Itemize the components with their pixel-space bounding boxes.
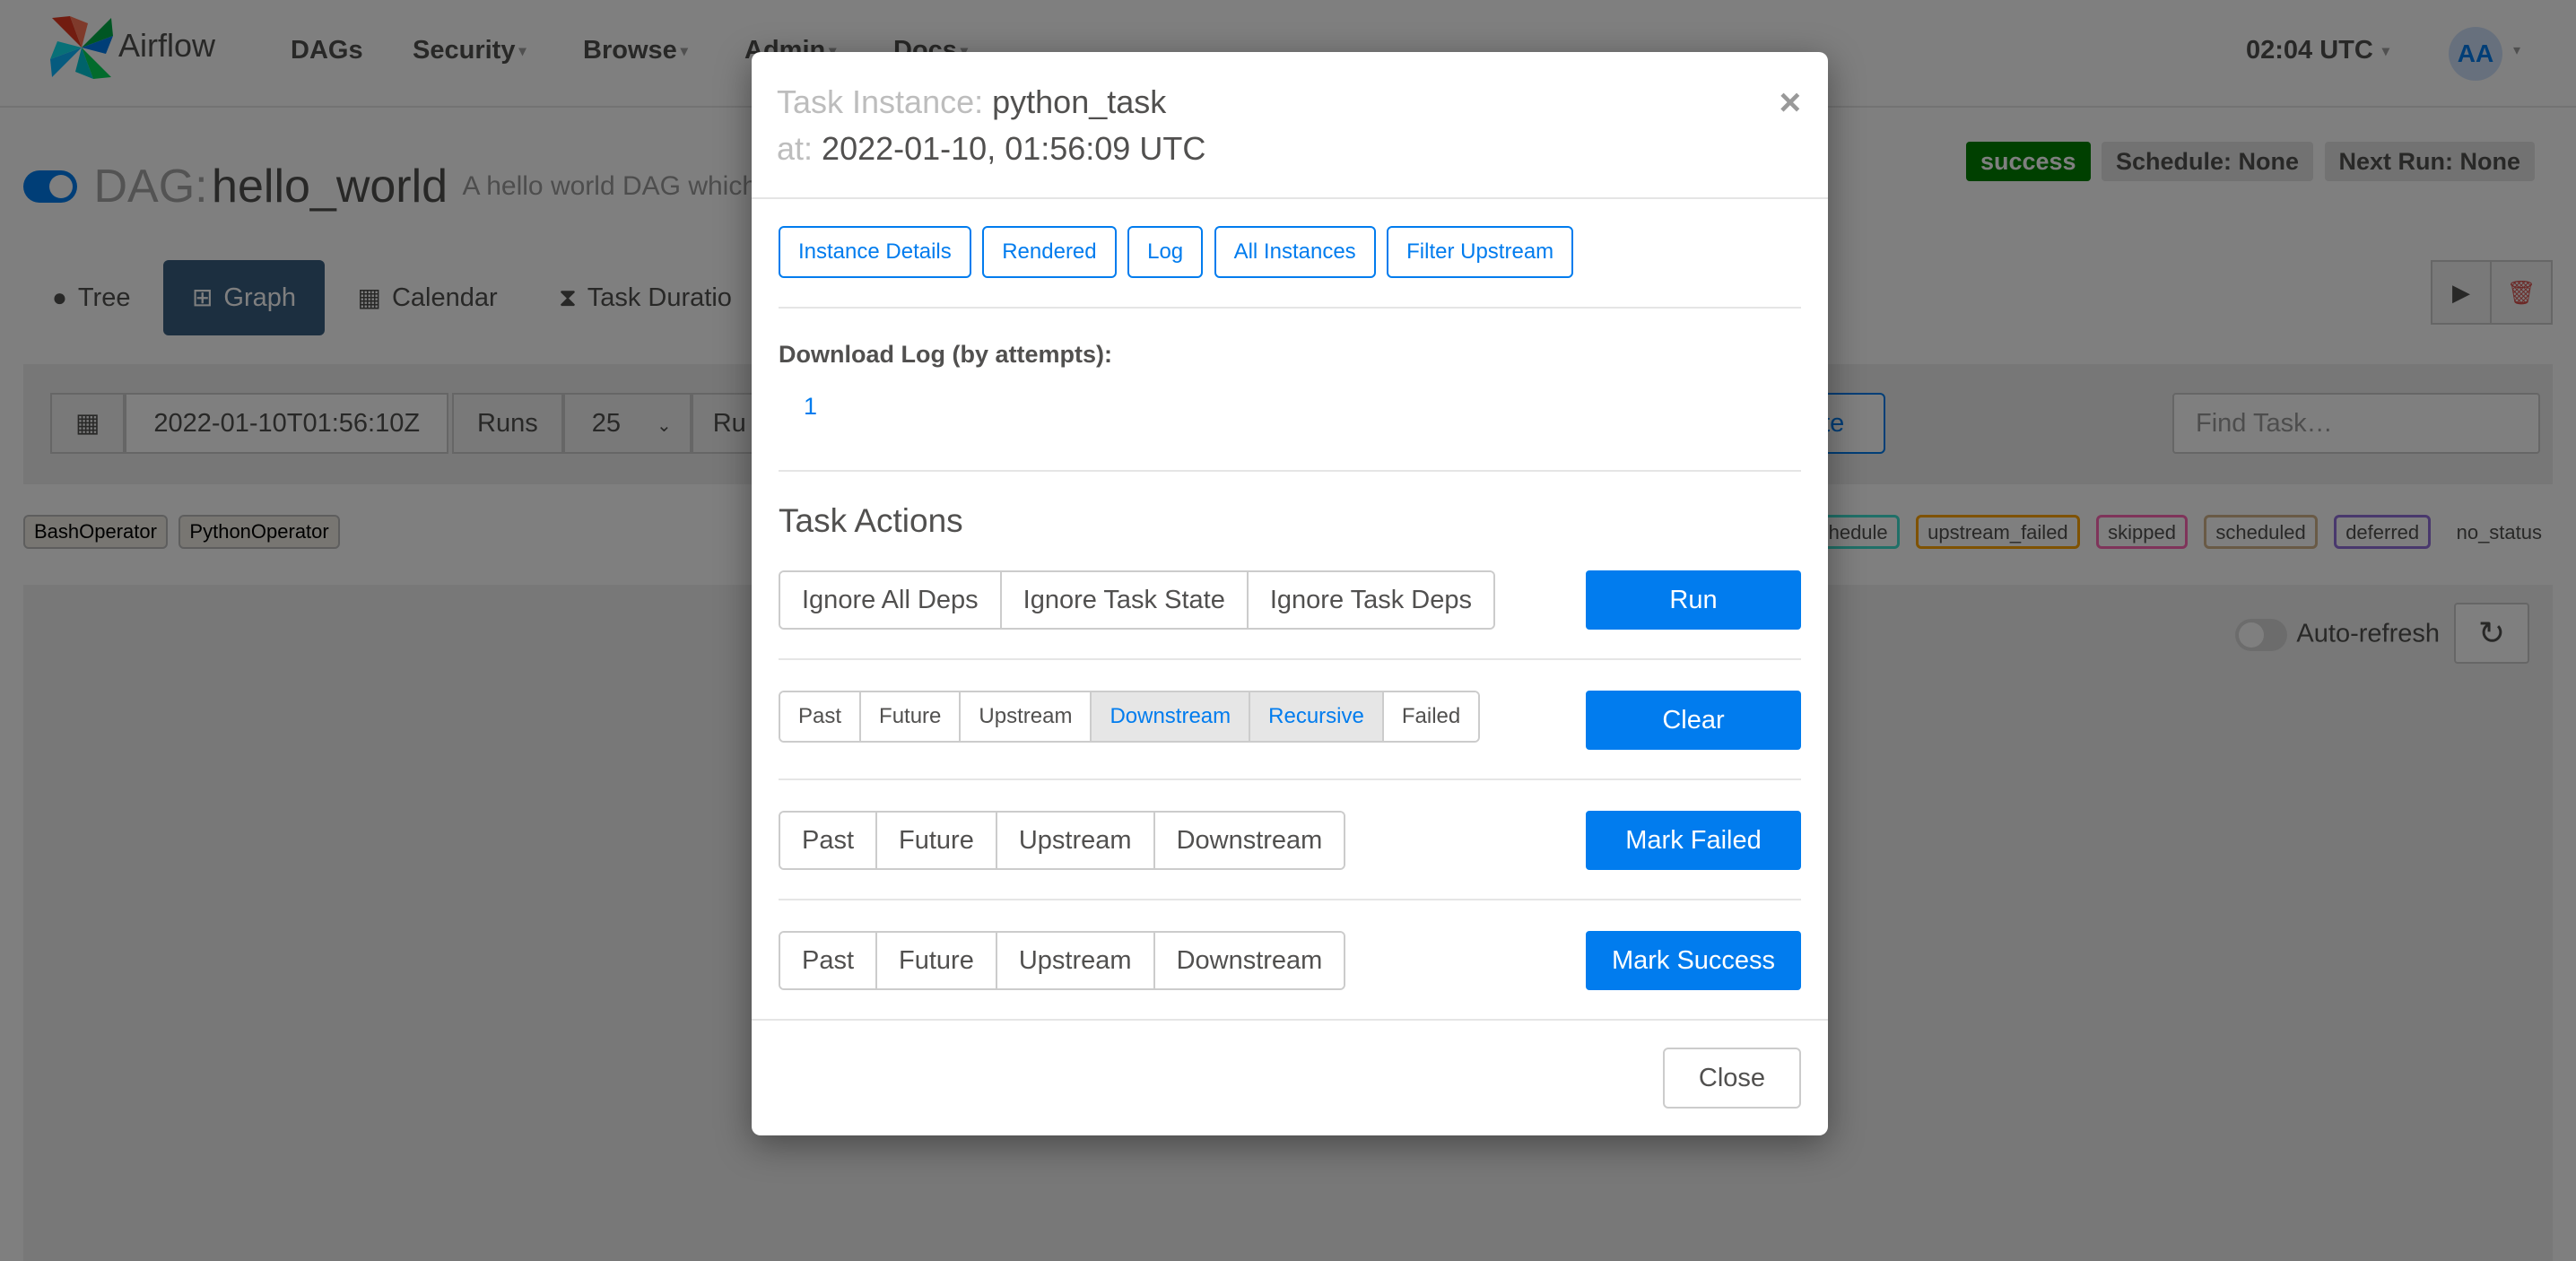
run-button[interactable]: Run — [1586, 570, 1801, 630]
execution-date: 2022-01-10, 01:56:09 UTC — [822, 130, 1206, 167]
clear-failed-toggle[interactable]: Failed — [1383, 692, 1479, 741]
filter-upstream-button[interactable]: Filter Upstream — [1387, 226, 1574, 278]
clear-downstream-toggle[interactable]: Downstream — [1092, 692, 1251, 741]
failed-future-toggle[interactable]: Future — [877, 813, 997, 868]
clear-button[interactable]: Clear — [1586, 691, 1801, 750]
divider — [779, 778, 1801, 780]
ignore-all-deps-toggle[interactable]: Ignore All Deps — [780, 572, 1002, 628]
ignore-task-deps-toggle[interactable]: Ignore Task Deps — [1248, 572, 1493, 628]
run-options-group: Ignore All Deps Ignore Task State Ignore T… — [779, 570, 1495, 630]
all-instances-button[interactable]: All Instances — [1214, 226, 1376, 278]
task-actions-title: Task Actions — [779, 502, 963, 539]
success-upstream-toggle[interactable]: Upstream — [996, 933, 1155, 988]
ignore-task-state-toggle[interactable]: Ignore Task State — [1001, 572, 1249, 628]
download-log-attempt-link[interactable]: 1 — [804, 393, 817, 421]
success-future-toggle[interactable]: Future — [877, 933, 997, 988]
failed-past-toggle[interactable]: Past — [780, 813, 878, 868]
clear-recursive-toggle[interactable]: Recursive — [1250, 692, 1384, 741]
log-button[interactable]: Log — [1127, 226, 1204, 278]
failed-downstream-toggle[interactable]: Downstream — [1154, 813, 1345, 868]
clear-future-toggle[interactable]: Future — [861, 692, 962, 741]
rendered-button[interactable]: Rendered — [982, 226, 1117, 278]
download-log-title: Download Log (by attempts): — [779, 341, 1112, 368]
failed-upstream-toggle[interactable]: Upstream — [996, 813, 1155, 868]
success-past-toggle[interactable]: Past — [780, 933, 878, 988]
instance-details-button[interactable]: Instance Details — [779, 226, 971, 278]
divider — [779, 470, 1801, 472]
mark-success-options-group: Past Future Upstream Downstream — [779, 931, 1346, 990]
modal-footer-divider — [752, 1019, 1828, 1021]
task-id: python_task — [992, 83, 1167, 120]
divider — [779, 899, 1801, 900]
success-downstream-toggle[interactable]: Downstream — [1154, 933, 1345, 988]
clear-past-toggle[interactable]: Past — [780, 692, 862, 741]
close-icon[interactable]: × — [1779, 81, 1801, 124]
task-instance-modal: Task Instance: python_task at: 2022-01-1… — [752, 52, 1828, 1135]
at-label: at: — [777, 130, 814, 167]
close-button[interactable]: Close — [1663, 1048, 1801, 1109]
modal-header: Task Instance: python_task at: 2022-01-1… — [752, 52, 1828, 199]
divider — [779, 307, 1801, 309]
divider — [779, 658, 1801, 660]
mark-failed-options-group: Past Future Upstream Downstream — [779, 811, 1346, 870]
mark-failed-button[interactable]: Mark Failed — [1586, 811, 1801, 870]
clear-upstream-toggle[interactable]: Upstream — [961, 692, 1092, 741]
task-nav-buttons: Instance Details Rendered Log All Instan… — [779, 226, 1580, 278]
task-instance-label: Task Instance: — [777, 83, 984, 120]
mark-success-button[interactable]: Mark Success — [1586, 931, 1801, 990]
modal-title: Task Instance: python_task at: 2022-01-1… — [777, 79, 1205, 172]
clear-options-group: Past Future Upstream Downstream Recursive Fai… — [779, 691, 1481, 743]
